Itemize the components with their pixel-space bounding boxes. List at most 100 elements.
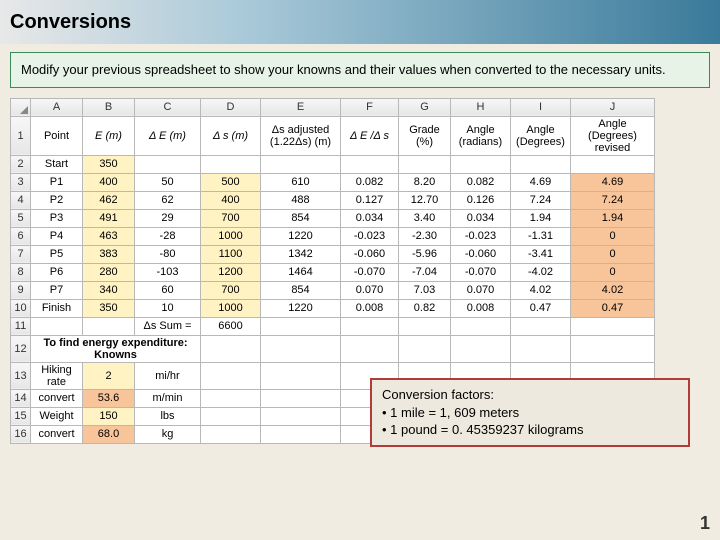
cell[interactable]: 7.24 [511, 191, 571, 209]
cell[interactable]: 1342 [261, 245, 341, 263]
known-unit[interactable]: lbs [135, 407, 201, 425]
cell[interactable]: 0.082 [451, 173, 511, 191]
cell[interactable]: 1.94 [511, 209, 571, 227]
cell[interactable]: -2.30 [399, 227, 451, 245]
cell[interactable] [261, 425, 341, 443]
row-13[interactable]: 13 [11, 362, 31, 389]
cell[interactable]: 0.82 [399, 299, 451, 317]
known-unit[interactable]: m/min [135, 389, 201, 407]
cell[interactable] [201, 425, 261, 443]
cell[interactable]: -0.060 [341, 245, 399, 263]
cell[interactable]: 4.69 [511, 173, 571, 191]
cell[interactable]: Finish [31, 299, 83, 317]
cell[interactable]: 1220 [261, 299, 341, 317]
cell[interactable]: 0.47 [511, 299, 571, 317]
row-3[interactable]: 3 [11, 173, 31, 191]
cell[interactable] [511, 335, 571, 362]
cell[interactable]: P2 [31, 191, 83, 209]
row-15[interactable]: 15 [11, 407, 31, 425]
cell[interactable]: -0.070 [451, 263, 511, 281]
row-5[interactable]: 5 [11, 209, 31, 227]
cell[interactable]: 10 [135, 299, 201, 317]
cell[interactable] [261, 362, 341, 389]
cell[interactable]: 50 [135, 173, 201, 191]
cell[interactable] [201, 362, 261, 389]
hdr-ds[interactable]: Δ s (m) [201, 116, 261, 155]
cell[interactable]: -7.04 [399, 263, 451, 281]
cell[interactable] [571, 335, 655, 362]
hdr-dE[interactable]: Δ E (m) [135, 116, 201, 155]
cell[interactable] [201, 155, 261, 173]
hdr-dsadj[interactable]: Δs adjusted(1.22Δs) (m) [261, 116, 341, 155]
cell[interactable]: -3.41 [511, 245, 571, 263]
cell[interactable]: 854 [261, 209, 341, 227]
cell[interactable]: 7.24 [571, 191, 655, 209]
cell[interactable]: P5 [31, 245, 83, 263]
cell[interactable]: -28 [135, 227, 201, 245]
cell[interactable]: 1000 [201, 227, 261, 245]
cell[interactable]: -103 [135, 263, 201, 281]
cell[interactable]: 0.034 [341, 209, 399, 227]
cell[interactable]: 8.20 [399, 173, 451, 191]
cell[interactable]: 700 [201, 209, 261, 227]
cell[interactable]: 463 [83, 227, 135, 245]
cell[interactable]: 0.008 [341, 299, 399, 317]
row-9[interactable]: 9 [11, 281, 31, 299]
col-C[interactable]: C [135, 98, 201, 116]
knowns-title[interactable]: To find energy expenditure: Knowns [31, 335, 201, 362]
cell[interactable] [201, 389, 261, 407]
cell[interactable]: 1220 [261, 227, 341, 245]
col-E[interactable]: E [261, 98, 341, 116]
row-16[interactable]: 16 [11, 425, 31, 443]
row-4[interactable]: 4 [11, 191, 31, 209]
cell[interactable]: 854 [261, 281, 341, 299]
cell[interactable]: 610 [261, 173, 341, 191]
cell[interactable] [261, 389, 341, 407]
cell[interactable]: 0.082 [341, 173, 399, 191]
col-D[interactable]: D [201, 98, 261, 116]
cell[interactable]: P3 [31, 209, 83, 227]
row-7[interactable]: 7 [11, 245, 31, 263]
cell[interactable]: 1200 [201, 263, 261, 281]
row-11[interactable]: 11 [11, 317, 31, 335]
row-12[interactable]: 12 [11, 335, 31, 362]
cell[interactable]: 4.02 [511, 281, 571, 299]
cell[interactable]: 0.008 [451, 299, 511, 317]
cell[interactable]: -80 [135, 245, 201, 263]
cell[interactable]: 0 [571, 227, 655, 245]
cell[interactable] [201, 407, 261, 425]
cell[interactable]: 488 [261, 191, 341, 209]
cell[interactable] [399, 317, 451, 335]
cell[interactable] [341, 317, 399, 335]
row-10[interactable]: 10 [11, 299, 31, 317]
cell[interactable]: 4.69 [571, 173, 655, 191]
row-1[interactable]: 1 [11, 116, 31, 155]
cell[interactable]: -5.96 [399, 245, 451, 263]
cell[interactable] [83, 317, 135, 335]
cell[interactable]: 700 [201, 281, 261, 299]
cell[interactable]: 0.47 [571, 299, 655, 317]
hdr-rad[interactable]: Angle(radians) [451, 116, 511, 155]
cell[interactable] [201, 335, 261, 362]
cell[interactable]: 400 [83, 173, 135, 191]
cell[interactable]: 1000 [201, 299, 261, 317]
cell[interactable] [261, 155, 341, 173]
sum-label[interactable]: Δs Sum = [135, 317, 201, 335]
known-unit[interactable]: mi/hr [135, 362, 201, 389]
cell[interactable]: 0.070 [341, 281, 399, 299]
cell[interactable]: 350 [83, 299, 135, 317]
known-label[interactable]: Weight [31, 407, 83, 425]
hdr-E[interactable]: E (m) [83, 116, 135, 155]
row-6[interactable]: 6 [11, 227, 31, 245]
cell[interactable] [261, 407, 341, 425]
cell[interactable] [341, 155, 399, 173]
hdr-point[interactable]: Point [31, 116, 83, 155]
cell[interactable] [135, 155, 201, 173]
col-A[interactable]: A [31, 98, 83, 116]
cell[interactable]: P6 [31, 263, 83, 281]
cell[interactable]: 0.126 [451, 191, 511, 209]
col-I[interactable]: I [511, 98, 571, 116]
sum-value[interactable]: 6600 [201, 317, 261, 335]
cell[interactable] [399, 155, 451, 173]
known-unit[interactable]: kg [135, 425, 201, 443]
